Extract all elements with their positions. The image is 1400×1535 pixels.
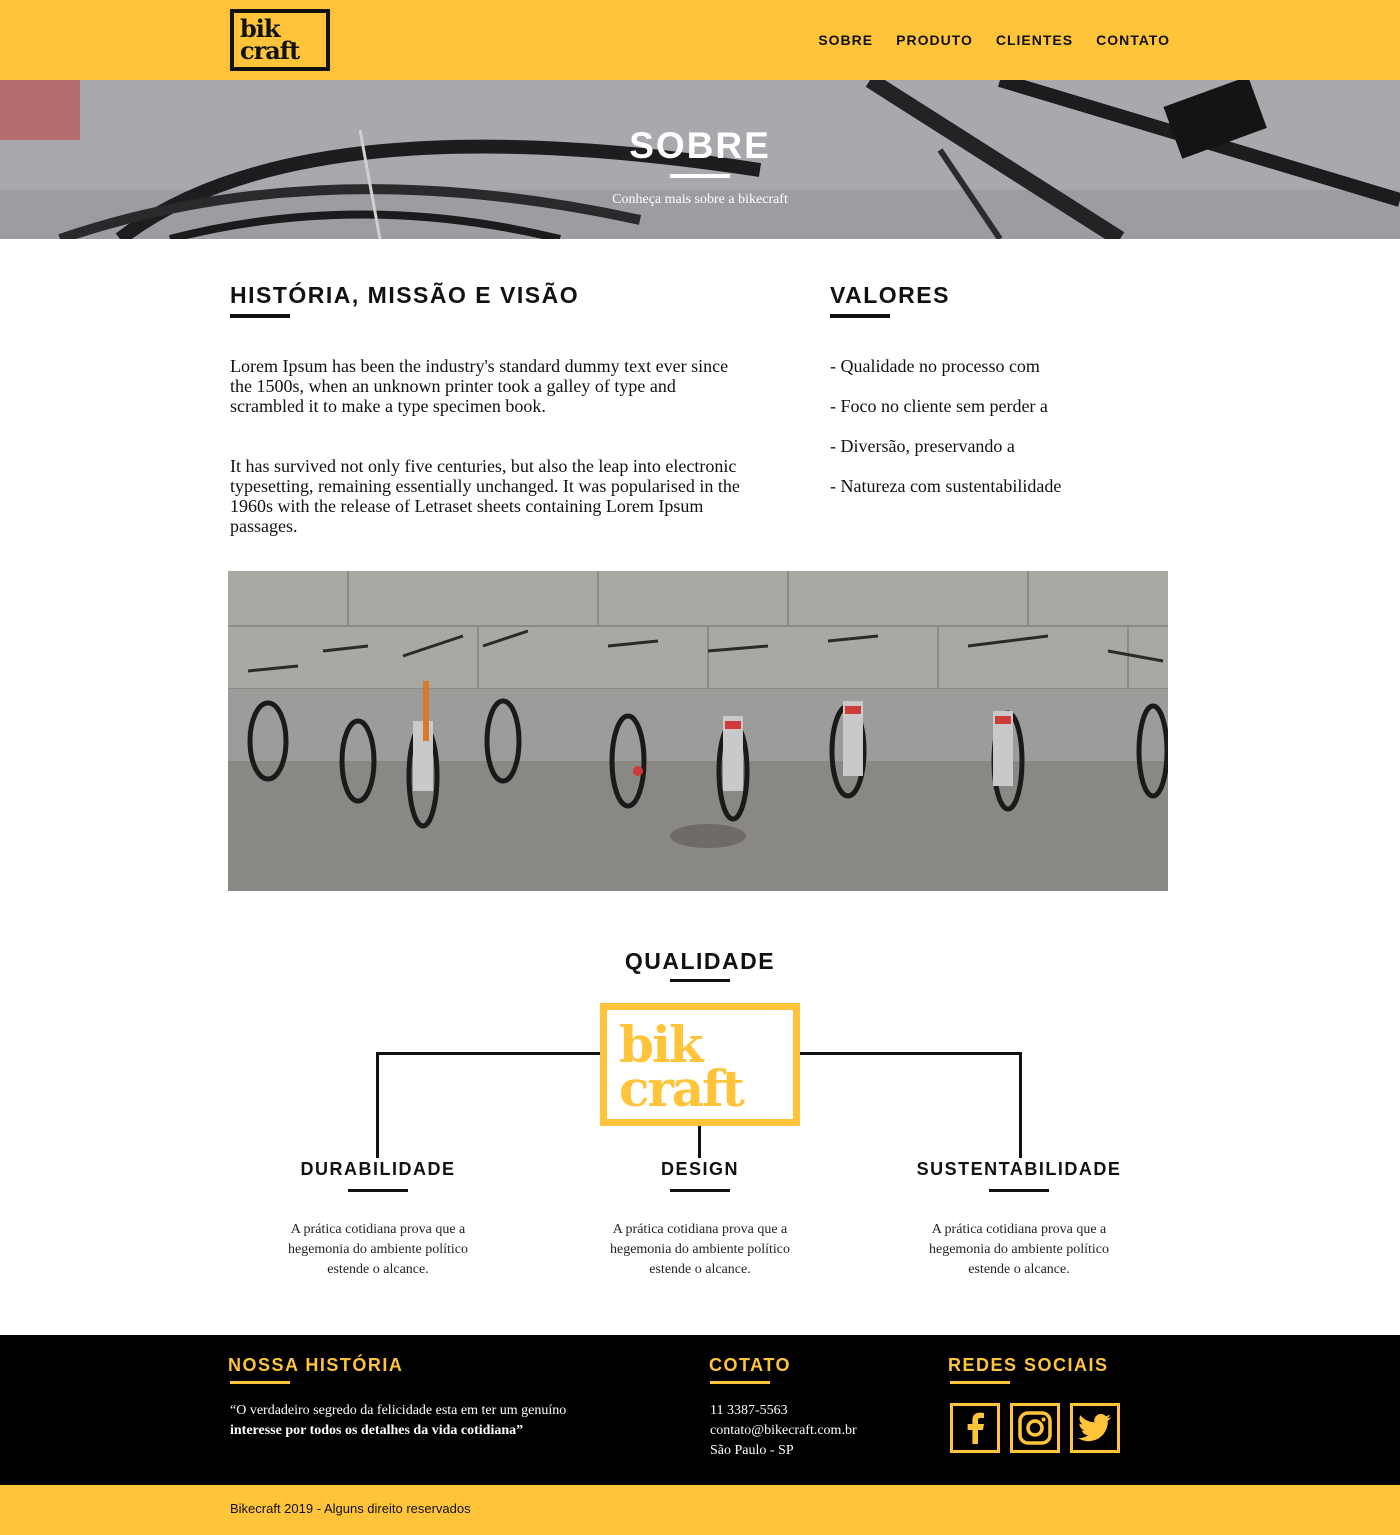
qualidade-column-design: DESIGN A prática cotidiana prova que a h… — [570, 1159, 830, 1280]
connector-left-horizontal — [376, 1052, 600, 1055]
column-underline — [670, 1189, 730, 1192]
historia-paragraph-2: It has survived not only five centuries,… — [230, 456, 740, 536]
twitter-icon — [1078, 1414, 1112, 1442]
facebook-button[interactable] — [950, 1403, 1000, 1453]
historia-heading: HISTÓRIA, MISSÃO E VISÃO — [230, 282, 580, 308]
historia-paragraph-1: Lorem Ipsum has been the industry's stan… — [230, 356, 729, 416]
connector-center-vertical — [698, 1126, 701, 1158]
qualidade-column-text: A prática cotidiana prova que a hegemoni… — [287, 1222, 468, 1277]
footer-quote-line1: “O verdadeiro segredo da felicidade esta… — [230, 1403, 567, 1418]
qualidade-column-title: SUSTENTABILIDADE — [916, 1159, 1122, 1179]
copyright-text: Bikecraft 2019 - Alguns direito reservad… — [230, 1501, 471, 1516]
valores-item: - Qualidade no processo com — [830, 356, 1040, 376]
valores-item: - Foco no cliente sem perder a — [830, 396, 1048, 416]
nav-link-clientes[interactable]: CLIENTES — [996, 32, 1073, 48]
hero-subtitle: Conheça mais sobre a bikecraft — [612, 192, 788, 207]
qualidade-column-text: A prática cotidiana prova que a hegemoni… — [609, 1222, 790, 1277]
instagram-icon — [1018, 1411, 1052, 1445]
site-header: bik craft SOBRE PRODUTO CLIENTES CONTATO — [0, 0, 1400, 80]
site-footer: NOSSA HISTÓRIA “O verdadeiro segredo da … — [0, 1335, 1400, 1485]
column-underline — [348, 1189, 408, 1192]
hero-title: SOBRE — [629, 125, 771, 166]
qualidade-column-title: DURABILIDADE — [300, 1159, 456, 1179]
copyright-bar: Bikecraft 2019 - Alguns direito reservad… — [0, 1485, 1400, 1535]
hero-underline — [670, 174, 730, 178]
footer-social-underline — [950, 1381, 1010, 1384]
bikcraft-logo[interactable]: bik craft — [230, 9, 330, 71]
footer-historia-underline — [230, 1381, 290, 1384]
instagram-button[interactable] — [1010, 1403, 1060, 1453]
footer-social-heading: REDES SOCIAIS — [948, 1355, 1109, 1375]
nav-link-produto[interactable]: PRODUTO — [896, 32, 973, 48]
footer-historia-heading: NOSSA HISTÓRIA — [228, 1355, 404, 1375]
valores-underline — [830, 314, 890, 318]
valores-item: - Natureza com sustentabilidade — [830, 476, 1062, 496]
connector-right-horizontal — [800, 1052, 1022, 1055]
footer-contato-heading: COTATO — [709, 1355, 791, 1375]
main-nav: SOBRE PRODUTO CLIENTES CONTATO — [818, 32, 1170, 48]
bicycles-image — [228, 571, 1168, 891]
qualidade-underline — [670, 979, 730, 982]
nav-link-contato[interactable]: CONTATO — [1096, 32, 1170, 48]
nav-link-sobre[interactable]: SOBRE — [818, 32, 873, 48]
footer-quote-line2: interesse por todos os detalhes da vida … — [230, 1423, 524, 1438]
connector-right-vertical — [1019, 1052, 1022, 1158]
footer-phone: 11 3387-5563 — [710, 1403, 788, 1418]
footer-city: São Paulo - SP — [710, 1443, 794, 1458]
historia-underline — [230, 314, 290, 318]
qualidade-heading: QUALIDADE — [624, 948, 776, 974]
footer-contato-underline — [710, 1381, 770, 1384]
valores-item: - Diversão, preservando a — [830, 436, 1015, 456]
logo-line2: craft — [240, 36, 300, 65]
connector-left-vertical — [376, 1052, 379, 1158]
qualidade-bikcraft-logo: bik craft — [600, 1003, 800, 1126]
qualidade-column-sustentabilidade: SUSTENTABILIDADE A prática cotidiana pro… — [889, 1159, 1149, 1280]
twitter-button[interactable] — [1070, 1403, 1120, 1453]
qualidade-column-text: A prática cotidiana prova que a hegemoni… — [928, 1222, 1109, 1277]
valores-heading: VALORES — [830, 282, 950, 308]
qualidade-logo-line2: craft — [619, 1059, 745, 1118]
footer-email[interactable]: contato@bikecraft.com.br — [710, 1421, 857, 1441]
hero-banner: SOBRE Conheça mais sobre a bikecraft — [0, 80, 1400, 239]
valores-list: - Qualidade no processo com - Foco no cl… — [830, 356, 1170, 516]
facebook-icon — [967, 1412, 984, 1444]
bicycles-photo — [228, 571, 1168, 891]
qualidade-column-durabilidade: DURABILIDADE A prática cotidiana prova q… — [248, 1159, 508, 1280]
qualidade-column-title: DESIGN — [660, 1159, 739, 1179]
column-underline — [989, 1189, 1049, 1192]
